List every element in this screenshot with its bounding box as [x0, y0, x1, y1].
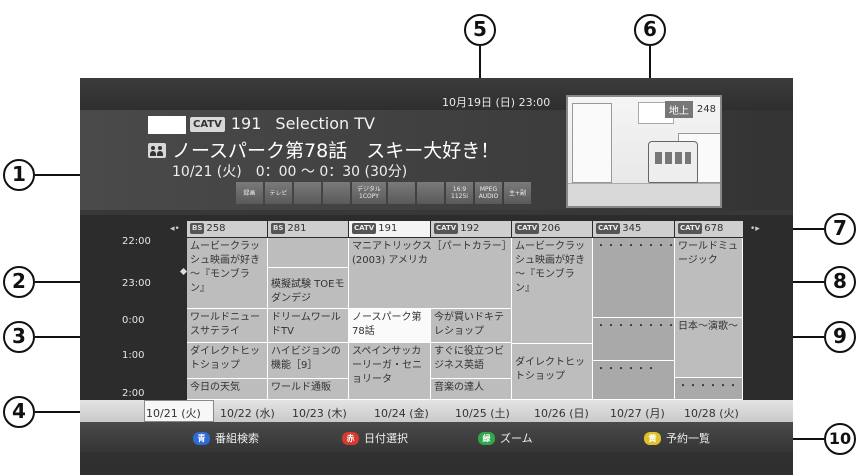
badge-blank-1 [294, 182, 321, 204]
program-cell[interactable]: ・・・・・・・・ [593, 238, 675, 318]
preview-tram [648, 141, 698, 183]
nav-left-icon[interactable]: ◂• [170, 224, 180, 234]
program-cell[interactable]: マニアトリックス［パートカラー］(2003) アメリカ [349, 238, 512, 309]
program-cell[interactable]: ワールドニュースサテライ [187, 309, 268, 343]
channel-header[interactable]: BS 258 [187, 221, 267, 237]
callout-7: 7 [824, 213, 856, 245]
hint-yellow[interactable]: 黄予約一覧 [644, 430, 710, 446]
callout-10: 10 [824, 423, 856, 455]
date-tab[interactable]: 10/28 (火) [684, 405, 739, 421]
channel-header[interactable]: BS 281 [268, 221, 348, 237]
preview-road [568, 183, 720, 206]
preview-building [572, 103, 612, 183]
date-tab-selected[interactable]: 10/21 (火) [146, 405, 201, 421]
leader-5 [479, 46, 481, 80]
time-label: 2:00 [122, 388, 145, 399]
badge-rec: 録画 [236, 182, 263, 204]
channel-header[interactable]: CATV 678 [675, 221, 743, 237]
preview-window[interactable]: 地上 248 [566, 95, 722, 208]
date-tab[interactable]: 10/24 (金) [374, 405, 429, 421]
blue-key-icon: 青 [193, 432, 210, 445]
channel-name: Selection TV [275, 114, 375, 133]
time-label: 22:00 [122, 236, 151, 247]
date-tab[interactable]: 10/26 (日) [534, 405, 589, 421]
time-label: 1:00 [122, 350, 145, 361]
info-title-row: ノースパーク第78話 スキー大好き！ [148, 136, 499, 163]
program-cell[interactable]: 今日の天気 [187, 379, 268, 400]
time-label: 23:00 [122, 278, 151, 289]
badge-blank-2 [323, 182, 350, 204]
channel-header-selected[interactable]: CATV 191 [349, 221, 430, 237]
green-key-icon: 緑 [478, 432, 495, 445]
program-cell[interactable]: ムービークラッシュ映画が好き～『モンブラン』 [512, 238, 593, 344]
people-icon [148, 143, 166, 158]
channel-header[interactable]: CATV 206 [512, 221, 592, 237]
program-title: ノースパーク第78話 スキー大好き！ [172, 140, 500, 162]
program-cell[interactable]: ドリームワールドTV [268, 309, 349, 343]
network-tag: CATV [190, 117, 225, 132]
hint-blue[interactable]: 青番組検索 [193, 430, 259, 446]
badge-copy: デジタル 1COPY [352, 182, 386, 204]
program-cell[interactable]: ・・・・・・・・・・ [593, 318, 675, 361]
badge-row: 録画 テレビ デジタル 1COPY 16:9 1125i MPEG AUDIO … [236, 182, 531, 204]
epg-screen: 10月19日 (日) 23:00 CATV 191 Selection TV ノース… [80, 78, 793, 475]
channel-header[interactable]: CATV 192 [431, 221, 511, 237]
program-cell[interactable]: ・・・・・・ [675, 378, 743, 400]
preview-channel-number: 248 [696, 104, 716, 115]
program-cell[interactable]: 日本～演歌～ [675, 318, 743, 378]
program-cell[interactable]: ワールドミュージック [675, 238, 743, 318]
info-channel-row: CATV 191 Selection TV [190, 114, 375, 133]
badge-dual: 主+副 [504, 182, 531, 204]
hint-red[interactable]: 赤日付選択 [342, 430, 408, 446]
badge-audio: MPEG AUDIO [475, 182, 502, 204]
program-cell[interactable]: ハイビジョンの機能［9］ [268, 343, 349, 379]
logo-placeholder [148, 116, 186, 134]
program-cell[interactable]: 模擬試験 TOEモダンデジ [268, 268, 349, 309]
callout-5: 5 [464, 14, 496, 46]
time-label: 0:00 [122, 315, 145, 326]
callout-4: 4 [3, 396, 35, 428]
red-key-icon: 赤 [342, 432, 359, 445]
channel-number: 191 [230, 114, 262, 133]
callout-9: 9 [824, 321, 856, 353]
preview-network: 地上 [664, 101, 693, 118]
program-cell[interactable]: ダイレクトヒットショップ [512, 344, 593, 400]
callout-6: 6 [634, 14, 666, 46]
program-cell[interactable]: ・・・・・・ [593, 361, 675, 400]
program-cell[interactable]: スペインサッカーリーガ・セニョリータ [349, 343, 431, 400]
program-cell[interactable] [268, 238, 349, 268]
program-time: 10/21 (火) 0：00 ～ 0：30 (30分) [172, 164, 408, 180]
callout-2: 2 [3, 266, 35, 298]
program-cell[interactable]: ダイレクトヒットショップ [187, 343, 268, 379]
callout-8: 8 [824, 266, 856, 298]
program-cell[interactable]: 今が買いドキテレショップ [431, 309, 512, 343]
date-tab[interactable]: 10/22 (水) [220, 405, 275, 421]
preview-channel: 地上 248 [664, 101, 716, 118]
program-cell[interactable]: ムービークラッシュ映画が好き～『モンブラン』 [187, 238, 268, 309]
badge-blank-4 [417, 182, 444, 204]
badge-tv: テレビ [265, 182, 292, 204]
program-cell[interactable]: ワールド通販 [268, 379, 349, 400]
yellow-key-icon: 黄 [644, 432, 661, 445]
program-cell[interactable]: すぐに役立つビジネス英語 [431, 343, 512, 379]
callout-1: 1 [3, 159, 35, 191]
nav-right-icon[interactable]: •▸ [750, 224, 760, 234]
hint-green[interactable]: 緑ズーム [478, 430, 533, 446]
program-cell-selected[interactable]: ノースパーク第78話 [349, 309, 431, 343]
badge-video: 16:9 1125i [446, 182, 473, 204]
date-tab[interactable]: 10/25 (土) [455, 405, 510, 421]
clock: 10月19日 (日) 23:00 [442, 96, 551, 109]
program-cell[interactable]: 音楽の達人 [431, 379, 512, 400]
callout-3: 3 [3, 321, 35, 353]
date-tab[interactable]: 10/27 (月) [610, 405, 665, 421]
channel-header[interactable]: CATV 345 [593, 221, 674, 237]
date-tab[interactable]: 10/23 (木) [292, 405, 347, 421]
badge-blank-3 [388, 182, 415, 204]
